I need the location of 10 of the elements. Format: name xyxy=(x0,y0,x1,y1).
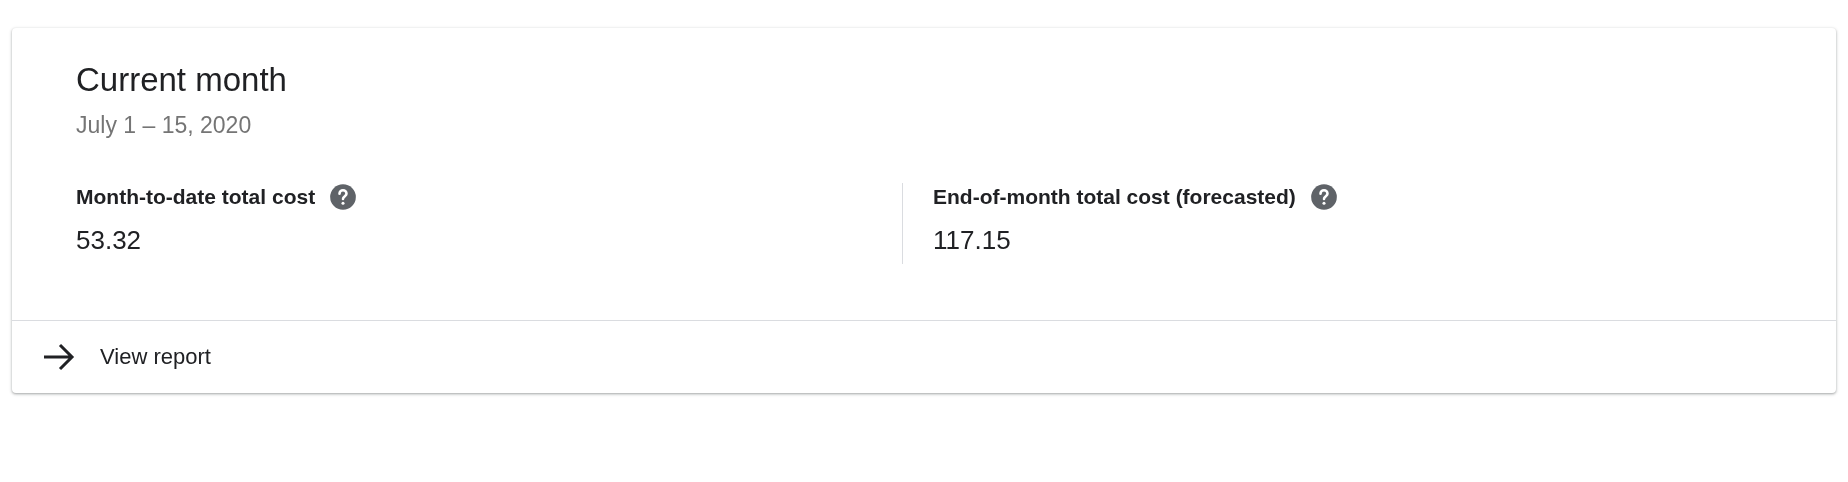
metric-value: 53.32 xyxy=(76,225,143,256)
view-report-link[interactable]: View report xyxy=(42,343,211,371)
arrow-right-icon xyxy=(42,343,76,371)
date-range: July 1 – 15, 2020 xyxy=(76,112,253,139)
card-title: Current month xyxy=(76,60,288,100)
help-icon[interactable] xyxy=(329,183,358,211)
metric-value: 117.15 xyxy=(933,225,1012,256)
metric-label: Month-to-date total cost xyxy=(76,185,316,209)
metric-label: End-of-month total cost (forecasted) xyxy=(933,185,1296,209)
help-icon[interactable] xyxy=(1309,183,1338,211)
